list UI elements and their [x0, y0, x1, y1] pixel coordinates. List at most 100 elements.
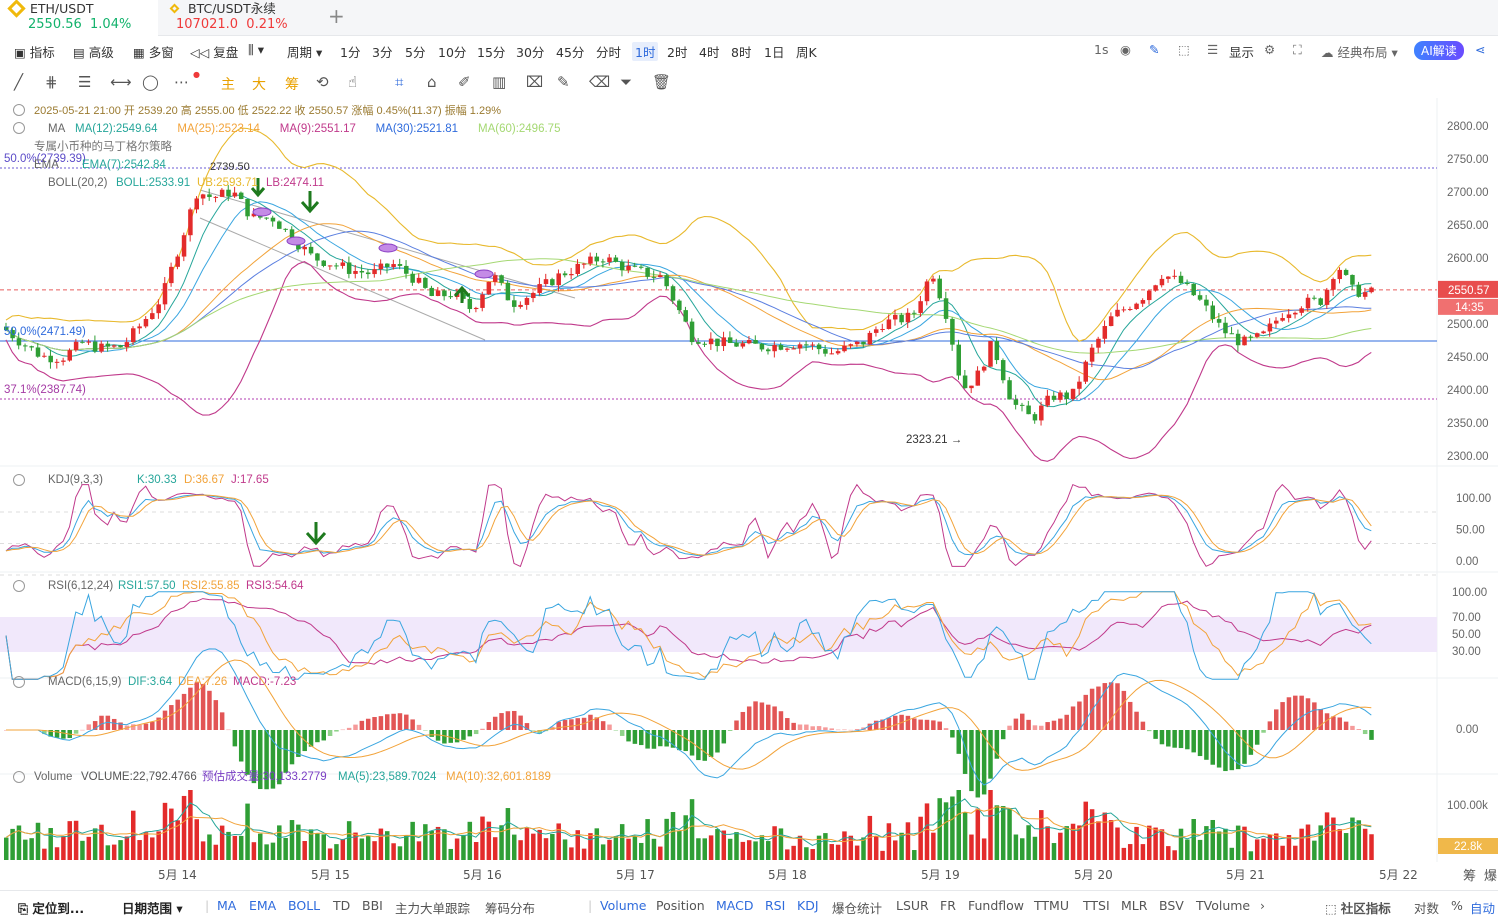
refresh-1s[interactable]: 1s — [1094, 42, 1108, 57]
ind-bbi[interactable]: BBI — [362, 898, 383, 913]
ind-ema[interactable]: EMA — [249, 898, 276, 913]
interval-1m[interactable]: 1分 — [340, 42, 360, 61]
main-chip-button[interactable]: 主 — [221, 74, 235, 94]
candle-body — [16, 338, 22, 346]
trash-small-icon[interactable]: ⌧ — [526, 73, 543, 91]
delete-icon[interactable]: 🗑 — [652, 73, 671, 91]
pencil-icon[interactable]: ✎ — [1149, 42, 1159, 57]
kdj-legend-value: K:30.33 — [137, 474, 177, 486]
list-icon[interactable]: ☰ — [1207, 42, 1218, 57]
ind-rsi[interactable]: RSI — [765, 898, 785, 913]
locate-button[interactable]: ⎘ 定位到... — [18, 898, 84, 917]
filter-icon[interactable]: ⏷ — [620, 73, 632, 91]
line-tool-icon[interactable]: ╱ — [14, 73, 23, 91]
ema-legend-value: EMA(7):2542.84 — [82, 159, 166, 171]
circle-tool-icon[interactable]: ◯ — [142, 73, 159, 91]
hand-tool-icon[interactable]: ☝ — [348, 73, 357, 91]
interval-1h[interactable]: 1时 — [632, 42, 659, 61]
channel-tool-icon[interactable]: ☰ — [78, 73, 91, 91]
community-indicators-button[interactable]: ⬚ 社区指标 — [1325, 898, 1391, 917]
interval-5m[interactable]: 5分 — [405, 42, 425, 61]
add-tab-button[interactable]: + — [328, 4, 345, 28]
parallel-tool-icon[interactable]: ⋕ — [45, 73, 58, 91]
select-icon[interactable]: ⬚ — [1178, 42, 1190, 57]
chart-type-dropdown[interactable]: ⫼ ▾ — [248, 42, 264, 58]
scroll-right-icon[interactable]: › — [1260, 898, 1265, 913]
camera-icon[interactable]: ◉ — [1120, 42, 1131, 57]
interval-45m[interactable]: 45分 — [556, 42, 584, 61]
share-icon[interactable]: ⋖ — [1475, 42, 1485, 57]
ind-ma[interactable]: MA — [217, 898, 236, 913]
multi-window-button[interactable]: ▦ 多窗 — [133, 42, 174, 61]
eraser-icon[interactable]: ⌫ — [589, 73, 610, 91]
ind-fr[interactable]: FR — [940, 898, 956, 913]
ind-boll[interactable]: BOLL — [288, 898, 320, 913]
hline-tool-icon[interactable]: ⟷ — [110, 73, 132, 91]
candle-body — [956, 344, 961, 376]
tab-btc-usdt-perp[interactable]: BTC/USDT永续 107021.0 0.21% — [158, 0, 308, 36]
ind-volume[interactable]: Volume — [600, 898, 647, 913]
ind-position[interactable]: Position — [656, 898, 705, 913]
macd-histogram-bar — [924, 719, 930, 730]
interval-30m[interactable]: 30分 — [516, 42, 544, 61]
ma-line — [5, 223, 1372, 381]
ind-lsur[interactable]: LSUR — [896, 898, 929, 913]
settings-gear-icon[interactable]: ⚙ — [1264, 42, 1275, 57]
display-button[interactable]: 显示 — [1229, 42, 1254, 61]
macd-histogram-bar — [181, 693, 187, 730]
cycle-tool-icon[interactable]: ⟲ — [316, 73, 329, 91]
advanced-button[interactable]: ▤ 高级 — [73, 42, 114, 61]
chart-area[interactable]: 50.0%(2739.39)2739.5050.0%(2471.49)37.1%… — [0, 98, 1498, 862]
interval-8h[interactable]: 8时 — [731, 42, 751, 61]
candle-body — [1305, 297, 1311, 309]
rsi-legend-value: RSI2:55.85 — [182, 580, 240, 592]
cloud-layout-dropdown[interactable]: ☁ 经典布局 ▾ — [1321, 42, 1398, 61]
ai-interpret-button[interactable]: AI解读 — [1414, 41, 1464, 60]
ind-main-big-order[interactable]: 主力大单跟踪 — [395, 898, 470, 917]
tab-eth-usdt[interactable]: ETH/USDT 2550.56 1.04% — [0, 0, 158, 36]
log-scale-toggle[interactable]: 对数 — [1414, 898, 1439, 917]
interval-15m[interactable]: 15分 — [477, 42, 505, 61]
ind-kdj[interactable]: KDJ — [797, 898, 819, 913]
interval-1w[interactable]: 周K — [796, 42, 817, 61]
ind-bsv[interactable]: BSV — [1159, 898, 1184, 913]
crop-tool-icon[interactable]: ⌗ — [395, 73, 403, 91]
interval-4h[interactable]: 4时 — [699, 42, 719, 61]
auto-scale-toggle[interactable]: 自动 — [1470, 898, 1495, 917]
ind-macd[interactable]: MACD — [716, 898, 753, 913]
price-axis-tick: 2300.00 — [1447, 451, 1489, 463]
chip-dist-button[interactable]: 筹 — [285, 74, 299, 94]
interval-2h[interactable]: 2时 — [667, 42, 687, 61]
ind-fundflow[interactable]: Fundflow — [968, 898, 1024, 913]
volume-bar — [626, 838, 631, 860]
ind-chip-dist[interactable]: 筹码分布 — [485, 898, 535, 917]
candle-tool-icon[interactable]: ▥ — [492, 73, 506, 91]
brush-tool-icon[interactable]: ✐ — [458, 73, 471, 91]
fullscreen-icon[interactable]: ⛶ — [1293, 42, 1302, 58]
more-tools-icon[interactable]: ⋯ — [174, 73, 189, 91]
period-dropdown[interactable]: 周期 ▾ — [287, 42, 322, 61]
interval-10m[interactable]: 10分 — [438, 42, 466, 61]
ind-mlr[interactable]: MLR — [1121, 898, 1147, 913]
volume-bar — [404, 835, 409, 860]
ind-ttmu[interactable]: TTMU — [1034, 898, 1069, 913]
ind-tvolume[interactable]: TVolume — [1196, 898, 1250, 913]
volume-bar — [556, 823, 561, 860]
liquidation-toggle[interactable]: 爆 — [1484, 865, 1497, 884]
interval-1d[interactable]: 1日 — [764, 42, 784, 61]
percent-scale-toggle[interactable]: % — [1451, 898, 1463, 913]
indicator-button[interactable]: ▣ 指标 — [14, 42, 55, 61]
interval-3m[interactable]: 3分 — [372, 42, 392, 61]
volume-bar — [969, 834, 974, 860]
ind-ttsi[interactable]: TTSI — [1083, 898, 1110, 913]
ind-liquidation[interactable]: 爆仓统计 — [832, 898, 882, 917]
edit-list-icon[interactable]: ✎ — [557, 73, 570, 91]
big-order-button[interactable]: 大 — [252, 74, 266, 94]
replay-button[interactable]: ◁◁ 复盘 — [190, 42, 238, 61]
ind-td[interactable]: TD — [333, 898, 350, 913]
macd-histogram-bar — [1000, 730, 1006, 740]
tag-tool-icon[interactable]: ⌂ — [427, 73, 437, 91]
interval-timeshare[interactable]: 分时 — [596, 42, 621, 61]
date-range-dropdown[interactable]: 日期范围 ▾ — [122, 898, 183, 917]
chip-toggle[interactable]: 筹 — [1463, 865, 1476, 884]
